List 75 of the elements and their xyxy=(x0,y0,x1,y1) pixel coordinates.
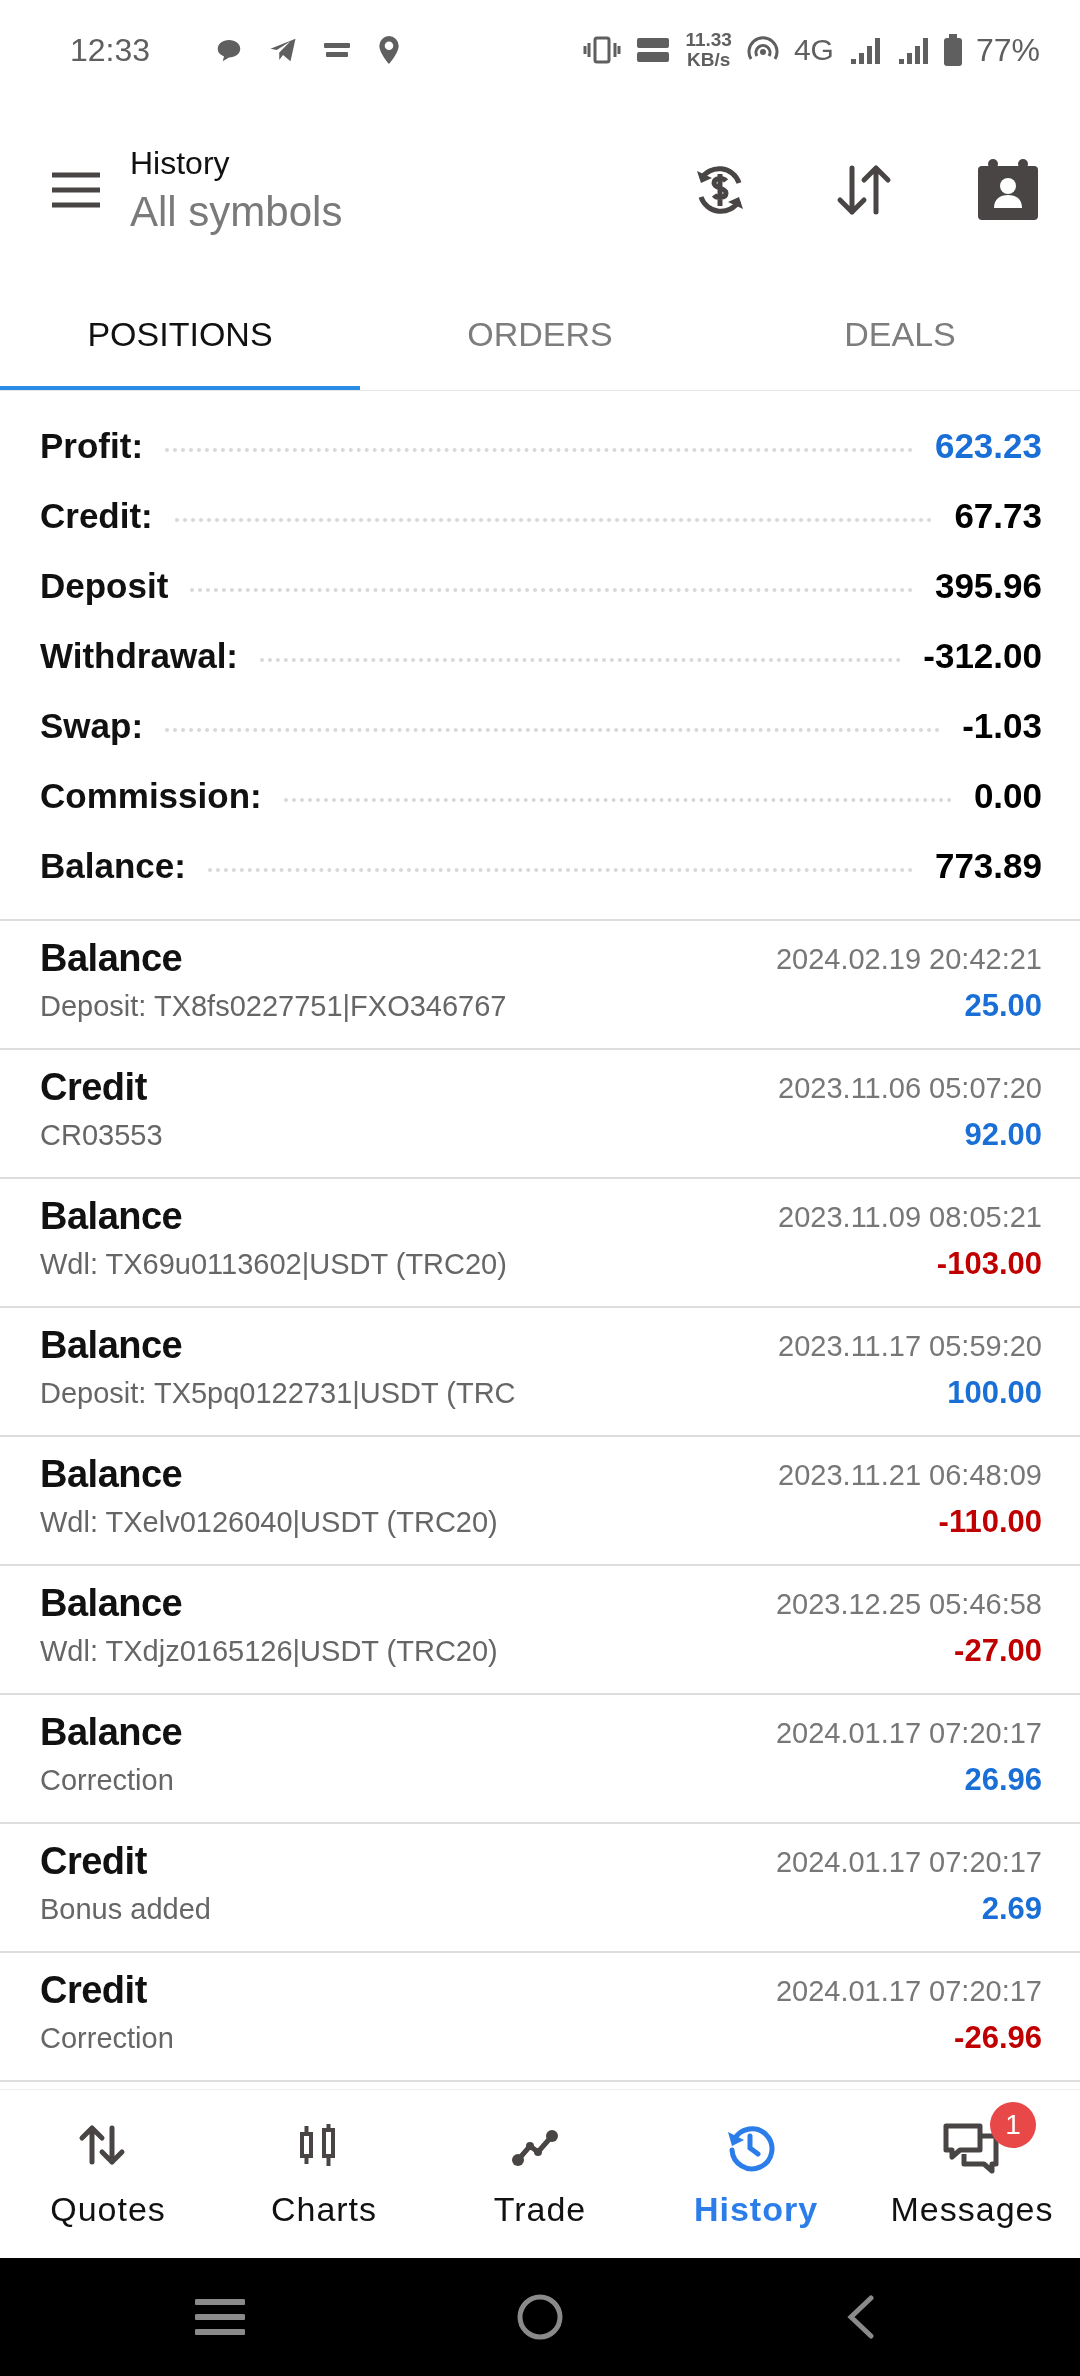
deal-amount: -27.00 xyxy=(954,1633,1042,1669)
deal-amount: 92.00 xyxy=(964,1117,1042,1153)
speed-value: 11.33 xyxy=(685,30,732,50)
speed-unit: KB/s xyxy=(687,50,731,70)
deal-comment: Wdl: TXdjz0165126|USDT (TRC20) xyxy=(40,1635,498,1668)
home-icon xyxy=(516,2293,564,2341)
deal-time: 2024.01.17 07:20:17 xyxy=(775,1717,1042,1750)
deal-amount: 25.00 xyxy=(964,988,1042,1024)
deal-time: 2023.12.25 05:46:58 xyxy=(775,1588,1042,1621)
menu-icon xyxy=(50,171,102,209)
contact-card-icon xyxy=(976,158,1040,222)
deal-amount: -110.00 xyxy=(938,1504,1042,1540)
summary-value: 67.73 xyxy=(954,496,1042,536)
deal-time: 2024.01.17 07:20:17 xyxy=(775,1846,1042,1879)
deal-type: Balance xyxy=(40,1453,184,1496)
summary-label: Commission: xyxy=(40,776,262,816)
deal-comment: CR03553 xyxy=(40,1119,163,1152)
network-type: 4G xyxy=(793,33,834,67)
deal-amount: -103.00 xyxy=(936,1246,1042,1282)
deal-type: Credit xyxy=(40,1969,148,2012)
deal-comment: Correction xyxy=(40,2022,174,2055)
screen-title: History xyxy=(130,144,231,182)
summary-value: 395.96 xyxy=(934,566,1042,606)
summary-label: Credit: xyxy=(40,496,153,536)
deal-comment: Deposit: TX8fs0227751|FXO346767 xyxy=(40,990,507,1023)
nav-tab[interactable]: Trade xyxy=(432,2090,648,2258)
back-icon xyxy=(845,2295,875,2339)
deal-type: Credit xyxy=(40,1066,148,1109)
deal-time: 2024.02.19 20:42:21 xyxy=(775,943,1042,976)
clock-time: 12:33 xyxy=(70,31,151,69)
summary-value: 773.89 xyxy=(934,846,1042,886)
tab[interactable]: ORDERS xyxy=(360,280,720,390)
deal-comment: Correction xyxy=(40,1764,175,1797)
deal-type: Balance xyxy=(40,1711,183,1754)
tab[interactable]: POSITIONS xyxy=(0,280,360,390)
deal-comment: Deposit: TX5pq0122731|USDT (TRC xyxy=(40,1377,516,1410)
deal-comment: Wdl: TXelv0126040|USDT (TRC20) xyxy=(40,1506,498,1539)
deal-type: Balance xyxy=(40,1582,184,1625)
battery-level: 77% xyxy=(975,31,1040,69)
deal-time: 2023.11.06 05:07:20 xyxy=(778,1072,1042,1105)
deal-type: Credit xyxy=(40,1840,148,1883)
deal-time: 2023.11.09 08:05:21 xyxy=(778,1201,1042,1234)
deal-type: Balance xyxy=(40,937,184,980)
summary-label: Swap: xyxy=(40,706,144,746)
summary-value: 0.00 xyxy=(973,776,1042,816)
nav-tab[interactable]: History xyxy=(648,2090,864,2258)
nav-tab[interactable]: Quotes xyxy=(0,2090,216,2258)
deal-comment: Bonus added xyxy=(40,1893,211,1926)
deal-time: 2023.11.21 06:48:09 xyxy=(778,1459,1042,1492)
menu-button[interactable] xyxy=(50,171,102,209)
deal-amount: -26.96 xyxy=(954,2020,1042,2056)
deal-type: Balance xyxy=(40,1195,184,1238)
deal-amount: 26.96 xyxy=(964,1762,1042,1798)
summary-label: Deposit xyxy=(40,566,169,606)
battery-icon xyxy=(943,34,962,66)
deal-amount: 100.00 xyxy=(947,1375,1042,1411)
nav-tab[interactable]: Messages 1 xyxy=(864,2090,1080,2258)
recent-apps-icon xyxy=(195,2298,245,2336)
summary-value: -1.03 xyxy=(962,706,1042,746)
summary-value: -312.00 xyxy=(923,636,1042,676)
unread-badge: 1 xyxy=(990,2102,1036,2148)
vibrate-icon xyxy=(583,35,622,65)
deal-comment: Wdl: TX69u0113602|USDT (TRC20) xyxy=(40,1248,507,1281)
nav-tab[interactable]: Charts xyxy=(216,2090,432,2258)
summary-value: 623.23 xyxy=(934,426,1042,466)
volte-icon xyxy=(635,35,672,65)
deal-amount: 2.69 xyxy=(981,1891,1042,1927)
summary-label: Balance: xyxy=(40,846,186,886)
deal-time: 2023.11.17 05:59:20 xyxy=(778,1330,1042,1363)
deal-time: 2024.01.17 07:20:17 xyxy=(775,1975,1042,2008)
symbol-filter[interactable]: All symbols xyxy=(130,187,674,236)
tab[interactable]: DEALS xyxy=(720,280,1080,390)
deal-type: Balance xyxy=(40,1324,184,1367)
summary-label: Withdrawal: xyxy=(40,636,239,676)
summary-label: Profit: xyxy=(40,426,144,466)
